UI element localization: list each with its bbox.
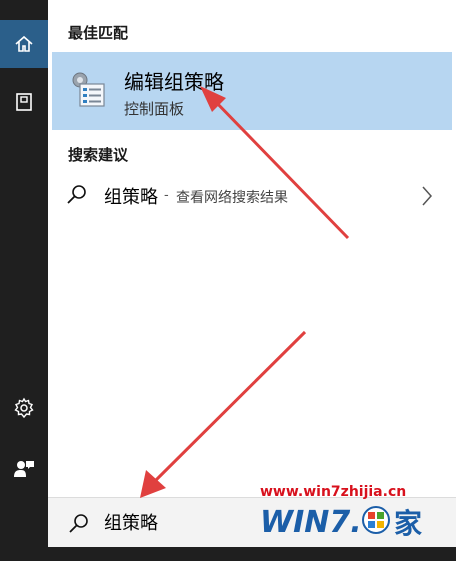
chevron-right-icon[interactable] [420, 184, 434, 212]
feedback-icon [13, 457, 35, 479]
best-match-subtitle: 控制面板 [124, 100, 185, 118]
search-results-panel: 最佳匹配 编辑组策略 控制面板 搜索建议 组策略 - 查看网络搜索结果 [48, 0, 456, 561]
best-match-result[interactable]: 编辑组策略 控制面板 [52, 52, 452, 130]
svg-text:WIN7.: WIN7. [260, 505, 362, 540]
suggestion-separator: - [164, 188, 169, 203]
svg-text:家: 家 [394, 507, 422, 540]
notebook-icon [14, 92, 34, 112]
search-icon [68, 512, 90, 538]
suggestions-header: 搜索建议 [68, 146, 129, 164]
watermark-url: www.win7zhijia.cn [260, 484, 407, 500]
home-icon [14, 34, 34, 54]
group-policy-icon [68, 70, 108, 110]
best-match-header: 最佳匹配 [68, 24, 129, 42]
settings-button[interactable] [0, 384, 48, 432]
notebook-button[interactable] [0, 78, 48, 126]
search-icon [66, 183, 88, 209]
gear-icon [13, 397, 35, 419]
best-match-title: 编辑组策略 [124, 70, 224, 94]
taskbar [48, 547, 456, 561]
search-input[interactable] [104, 509, 254, 535]
suggestion-hint: 查看网络搜索结果 [176, 190, 288, 206]
suggestion-item[interactable]: 组策略 - 查看网络搜索结果 [52, 174, 452, 218]
win7-logo-icon: WIN7. 家 [258, 502, 434, 544]
home-button[interactable] [0, 20, 48, 68]
start-sidebar [0, 0, 48, 561]
suggestion-term: 组策略 [104, 187, 158, 208]
feedback-button[interactable] [0, 444, 48, 492]
